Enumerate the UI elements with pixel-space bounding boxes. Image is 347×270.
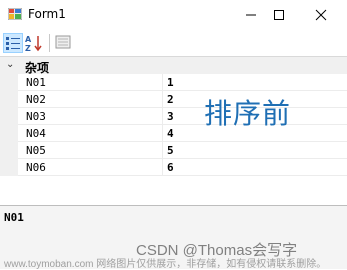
app-icon <box>8 8 22 20</box>
property-row[interactable]: N02 2 <box>18 91 347 108</box>
property-row[interactable]: N03 3 <box>18 108 347 125</box>
property-name: N06 <box>26 161 46 174</box>
property-value[interactable]: 2 <box>167 93 174 106</box>
property-grid: ⌄ 杂项 N01 1 N02 2 N03 3 N04 4 N05 5 N06 6 <box>0 56 347 181</box>
property-value[interactable]: 3 <box>167 110 174 123</box>
title-bar: Form1 <box>0 0 347 30</box>
svg-text:A: A <box>25 35 32 44</box>
toolbar-separator <box>49 34 50 52</box>
alphabetical-button[interactable]: A Z <box>24 33 44 53</box>
window-title: Form1 <box>28 7 66 21</box>
property-value[interactable]: 6 <box>167 161 174 174</box>
close-button[interactable] <box>301 0 341 30</box>
categorized-view-icon <box>6 37 20 50</box>
property-grid-toolbar: A Z <box>0 30 347 56</box>
property-name: N03 <box>26 110 46 123</box>
maximize-icon <box>274 10 284 20</box>
description-title: N01 <box>4 211 24 224</box>
property-row[interactable]: N06 6 <box>18 159 347 176</box>
category-row[interactable]: ⌄ 杂项 <box>0 57 347 75</box>
categorized-button[interactable] <box>3 33 23 53</box>
collapse-chevron-icon[interactable]: ⌄ <box>6 59 14 70</box>
minimize-icon <box>246 14 256 16</box>
property-name: N05 <box>26 144 46 157</box>
property-value[interactable]: 4 <box>167 127 174 140</box>
property-row[interactable]: N04 4 <box>18 125 347 142</box>
maximize-button[interactable] <box>259 0 299 30</box>
property-row[interactable]: N05 5 <box>18 142 347 159</box>
property-pages-button[interactable] <box>54 33 74 53</box>
property-value[interactable]: 5 <box>167 144 174 157</box>
alphabetical-sort-icon: A Z <box>25 35 42 53</box>
property-pages-icon <box>55 35 71 49</box>
svg-text:Z: Z <box>25 44 31 53</box>
property-row[interactable]: N01 1 <box>18 74 347 91</box>
before-sort-caption: 排序前 <box>204 97 292 130</box>
property-name: N01 <box>26 76 46 89</box>
property-value[interactable]: 1 <box>167 76 174 89</box>
close-icon <box>315 9 327 21</box>
grid-left-margin <box>0 74 18 176</box>
property-name: N04 <box>26 127 46 140</box>
property-name: N02 <box>26 93 46 106</box>
